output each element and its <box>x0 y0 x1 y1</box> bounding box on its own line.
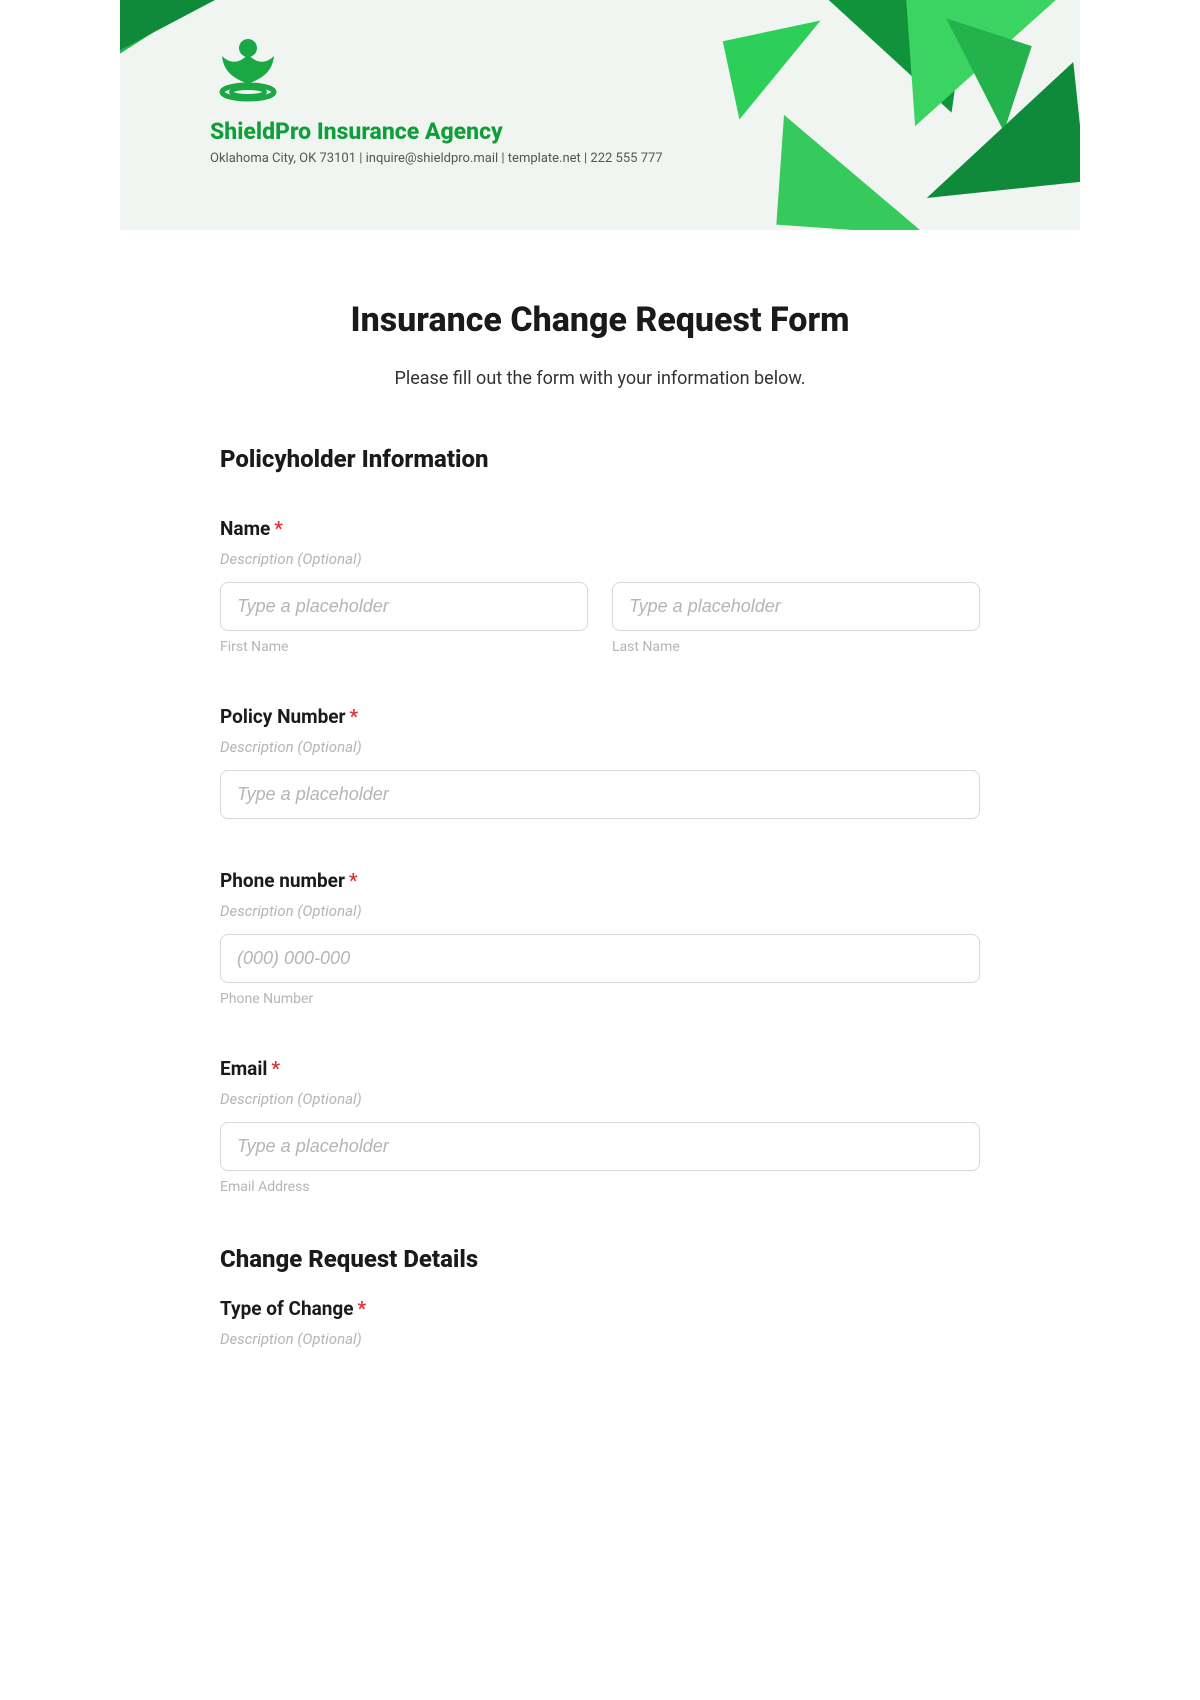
required-mark: * <box>271 1057 280 1080</box>
form-area: Insurance Change Request Form Please fil… <box>120 230 1080 1348</box>
change-type-label: Type of Change* <box>220 1297 980 1320</box>
policy-label: Policy Number* <box>220 705 980 728</box>
required-mark: * <box>350 705 359 728</box>
email-input[interactable] <box>220 1122 980 1171</box>
label-text: Name <box>220 517 270 540</box>
phone-sublabel: Phone Number <box>220 991 980 1007</box>
field-phone: Phone number* Description (Optional) Pho… <box>220 869 980 1007</box>
email-sublabel: Email Address <box>220 1179 980 1195</box>
change-type-desc: Description (Optional) <box>220 1330 980 1348</box>
last-name-input[interactable] <box>612 582 980 631</box>
last-name-sublabel: Last Name <box>612 639 980 655</box>
logo-icon <box>210 36 1080 108</box>
section-change-request: Change Request Details <box>220 1245 980 1273</box>
field-change-type: Type of Change* Description (Optional) <box>220 1297 980 1348</box>
email-label: Email* <box>220 1057 980 1080</box>
name-label: Name* <box>220 517 980 540</box>
section-policyholder: Policyholder Information <box>220 445 980 473</box>
form-title: Insurance Change Request Form <box>220 300 980 340</box>
phone-desc: Description (Optional) <box>220 902 980 920</box>
phone-input[interactable] <box>220 934 980 983</box>
label-text: Policy Number <box>220 705 346 728</box>
label-text: Phone number <box>220 869 345 892</box>
field-name: Name* Description (Optional) First Name … <box>220 517 980 655</box>
email-desc: Description (Optional) <box>220 1090 980 1108</box>
header-content: ShieldPro Insurance Agency Oklahoma City… <box>120 0 1080 166</box>
required-mark: * <box>358 1297 367 1320</box>
field-policy-number: Policy Number* Description (Optional) <box>220 705 980 819</box>
page: ShieldPro Insurance Agency Oklahoma City… <box>120 0 1080 1348</box>
required-mark: * <box>274 517 283 540</box>
required-mark: * <box>349 869 358 892</box>
label-text: Email <box>220 1057 267 1080</box>
name-desc: Description (Optional) <box>220 550 980 568</box>
policy-desc: Description (Optional) <box>220 738 980 756</box>
form-subtitle: Please fill out the form with your infor… <box>220 368 980 389</box>
agency-meta: Oklahoma City, OK 73101 | inquire@shield… <box>210 151 1080 166</box>
first-name-sublabel: First Name <box>220 639 588 655</box>
first-name-input[interactable] <box>220 582 588 631</box>
header: ShieldPro Insurance Agency Oklahoma City… <box>120 0 1080 230</box>
phone-label: Phone number* <box>220 869 980 892</box>
label-text: Type of Change <box>220 1297 354 1320</box>
agency-name: ShieldPro Insurance Agency <box>210 118 1080 145</box>
field-email: Email* Description (Optional) Email Addr… <box>220 1057 980 1195</box>
policy-number-input[interactable] <box>220 770 980 819</box>
